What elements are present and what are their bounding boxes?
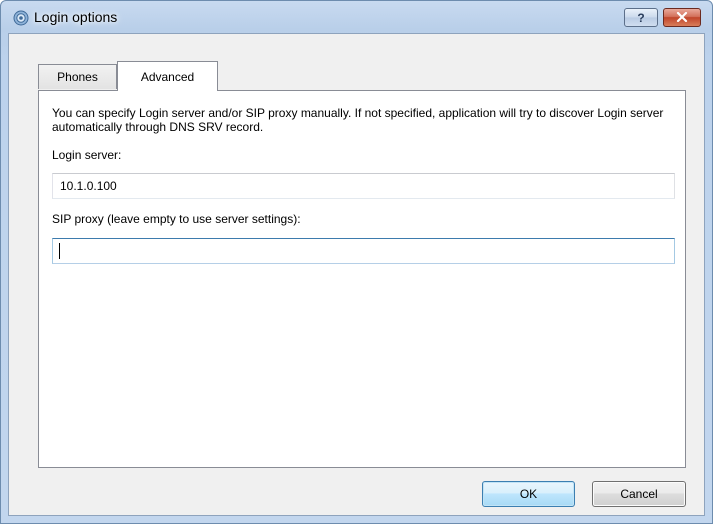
close-icon [676, 11, 688, 25]
tab-phones-label: Phones [57, 70, 98, 84]
advanced-tab-panel: You can specify Login server and/or SIP … [38, 90, 686, 468]
cancel-button[interactable]: Cancel [592, 481, 686, 507]
tab-advanced[interactable]: Advanced [117, 61, 218, 91]
window-title: Login options [34, 9, 118, 25]
description-text: You can specify Login server and/or SIP … [52, 106, 664, 134]
login-server-input[interactable] [52, 173, 675, 199]
gear-icon [13, 10, 29, 26]
tab-advanced-label: Advanced [140, 69, 195, 84]
help-button-label: ? [637, 10, 645, 25]
sip-proxy-label: SIP proxy (leave empty to use server set… [52, 212, 301, 226]
tab-phones[interactable]: Phones [38, 64, 117, 89]
login-options-dialog: Login options ? Phones Advanced You can … [0, 0, 713, 524]
close-button[interactable] [663, 8, 701, 27]
login-server-label: Login server: [52, 148, 122, 162]
cancel-button-label: Cancel [620, 487, 658, 501]
help-button[interactable]: ? [624, 8, 658, 27]
ok-button[interactable]: OK [482, 481, 575, 507]
dialog-client-area: Phones Advanced You can specify Login se… [8, 33, 705, 516]
sip-proxy-input[interactable] [52, 238, 675, 264]
ok-button-label: OK [519, 487, 538, 501]
text-caret [59, 243, 60, 259]
title-bar[interactable]: Login options ? [1, 1, 712, 33]
